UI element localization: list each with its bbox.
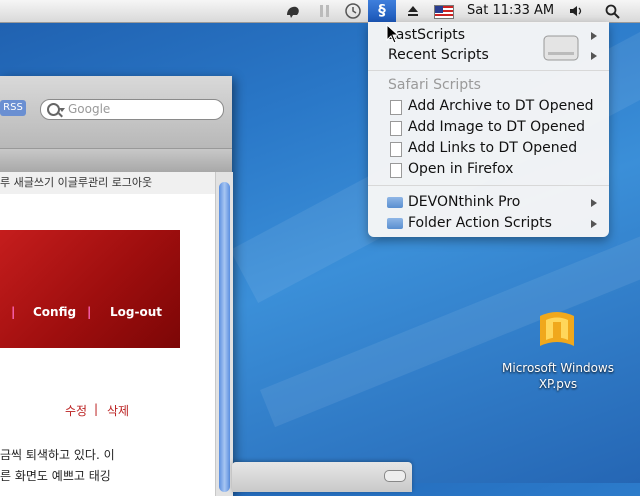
volume-icon[interactable] — [568, 3, 586, 19]
menu-section-header: Safari Scripts — [368, 75, 609, 96]
submenu-arrow-icon — [591, 220, 597, 228]
menu-bar: § Sat 11:33 AM — [0, 0, 640, 23]
menu-item-devonthink-pro[interactable]: DEVONthink Pro — [368, 192, 609, 213]
logout-link[interactable]: Log-out — [110, 305, 162, 319]
blog-banner: | Config | Log-out — [0, 230, 180, 348]
menu-item-add-image[interactable]: Add Image to DT Opened — [368, 117, 609, 138]
edit-link[interactable]: 수정 — [65, 402, 87, 419]
section-title: Safari Scripts — [388, 77, 481, 93]
vertical-scrollbar[interactable] — [215, 172, 233, 496]
nav-divider: | — [11, 305, 16, 319]
script-document-icon — [390, 121, 402, 136]
safari-window: RSS Google 루 새글쓰기 이글루관리 로그아웃 | Config | … — [0, 76, 233, 496]
search-placeholder: Google — [68, 102, 111, 116]
script-document-icon — [390, 163, 402, 178]
script-document-icon — [390, 142, 402, 157]
web-page-content: | Config | Log-out 수정 | 삭제 금씩 퇴색하고 있다. 이… — [0, 194, 215, 496]
menu-item-folder-action-scripts[interactable]: Folder Action Scripts — [368, 213, 609, 234]
scroll-thumb[interactable] — [219, 182, 230, 492]
menu-separator — [368, 70, 609, 71]
menu-item-label: Recent Scripts — [388, 47, 489, 63]
submenu-arrow-icon — [591, 199, 597, 207]
submenu-arrow-icon — [591, 52, 597, 60]
menu-item-label: Add Archive to DT Opened — [408, 98, 594, 114]
nav-divider: | — [87, 305, 92, 319]
delete-link[interactable]: 삭제 — [107, 402, 129, 419]
vm-icon-label-line: XP.pvs — [538, 377, 578, 391]
toolbar-toggle-button[interactable] — [384, 470, 406, 482]
us-flag-input-icon[interactable] — [434, 5, 454, 19]
submenu-arrow-icon — [591, 32, 597, 40]
menu-item-label: Add Links to DT Opened — [408, 140, 578, 156]
folder-icon — [387, 197, 403, 208]
folder-icon — [387, 218, 403, 229]
pause-icon[interactable] — [318, 3, 332, 19]
google-search-field[interactable]: Google — [40, 99, 224, 120]
tab-strip — [0, 148, 232, 172]
menu-item-add-archive[interactable]: Add Archive to DT Opened — [368, 96, 609, 117]
post-body-line: 금씩 퇴색하고 있다. 이 — [0, 448, 115, 462]
script-s-icon: § — [378, 1, 386, 19]
menu-item-open-in-firefox[interactable]: Open in Firefox — [368, 159, 609, 180]
rss-button[interactable]: RSS — [0, 100, 26, 116]
blog-link-bar[interactable]: 루 새글쓰기 이글루관리 로그아웃 — [0, 172, 215, 195]
menu-item-label: DEVONthink Pro — [408, 194, 521, 210]
post-body-line: 른 화면도 예쁘고 태깅 — [0, 469, 111, 483]
growl-icon[interactable] — [284, 3, 302, 19]
banner-nav: | Config | Log-out — [0, 305, 180, 325]
parallels-vm-icon[interactable] — [532, 308, 582, 354]
browser-toolbar: RSS Google — [0, 76, 232, 148]
menu-item-add-links[interactable]: Add Links to DT Opened — [368, 138, 609, 159]
menu-item-label: Open in Firefox — [408, 161, 514, 177]
eject-icon[interactable] — [406, 3, 420, 19]
menubar-clock[interactable]: Sat 11:33 AM — [467, 0, 554, 22]
script-menu-icon[interactable]: § — [368, 0, 396, 22]
time-machine-icon[interactable] — [344, 3, 362, 19]
config-link[interactable]: Config — [33, 305, 76, 319]
hard-disk-icon[interactable] — [540, 28, 582, 68]
vm-icon-label-line: Microsoft Windows — [502, 361, 614, 375]
menu-item-label: Folder Action Scripts — [408, 215, 552, 231]
mouse-cursor-icon — [386, 24, 400, 44]
vm-icon-label[interactable]: Microsoft Windows XP.pvs — [494, 360, 622, 392]
menu-item-label: Add Image to DT Opened — [408, 119, 586, 135]
chevron-down-icon — [59, 108, 65, 112]
spotlight-search-icon[interactable] — [604, 3, 622, 19]
script-document-icon — [390, 100, 402, 115]
edit-divider: | — [94, 402, 99, 416]
background-window — [232, 462, 412, 492]
menu-separator — [368, 185, 609, 186]
